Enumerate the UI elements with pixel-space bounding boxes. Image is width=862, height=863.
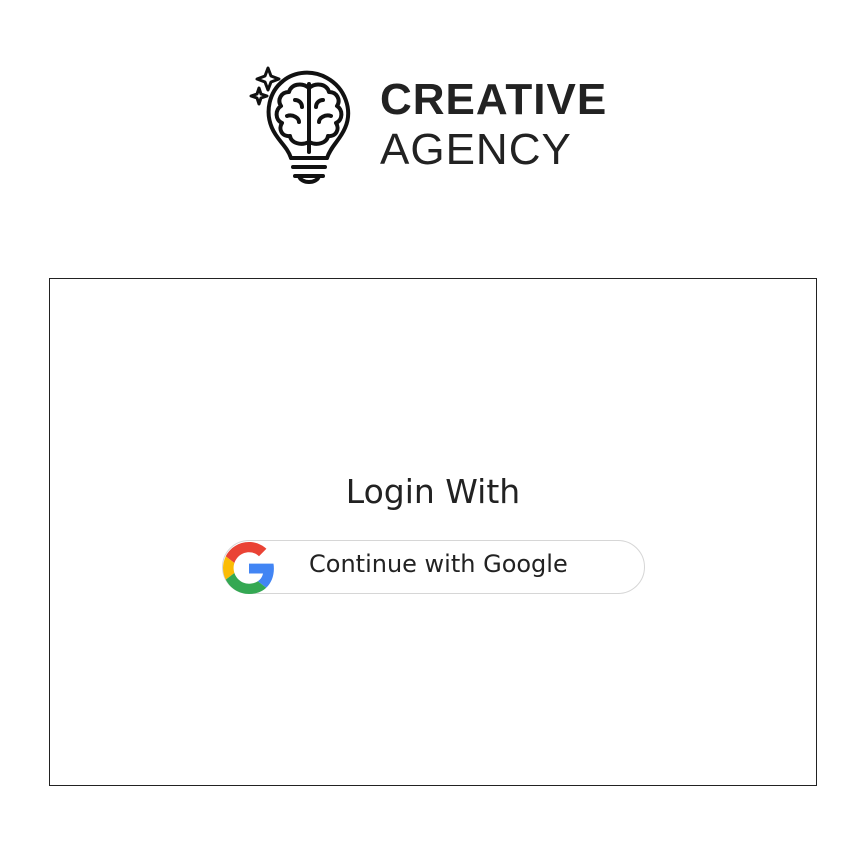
brand-logo: CREATIVE AGENCY [247, 66, 617, 188]
brain-lightbulb-icon [249, 66, 351, 184]
google-g-icon [223, 542, 274, 594]
google-button-label: Continue with Google [309, 550, 568, 578]
logo-text-line-2: AGENCY [380, 125, 572, 174]
login-card: Login With Continue with Google [49, 278, 817, 786]
login-title: Login With [345, 472, 521, 511]
continue-with-google-button[interactable]: Continue with Google [222, 540, 645, 594]
logo-text-line-1: CREATIVE [380, 75, 608, 124]
